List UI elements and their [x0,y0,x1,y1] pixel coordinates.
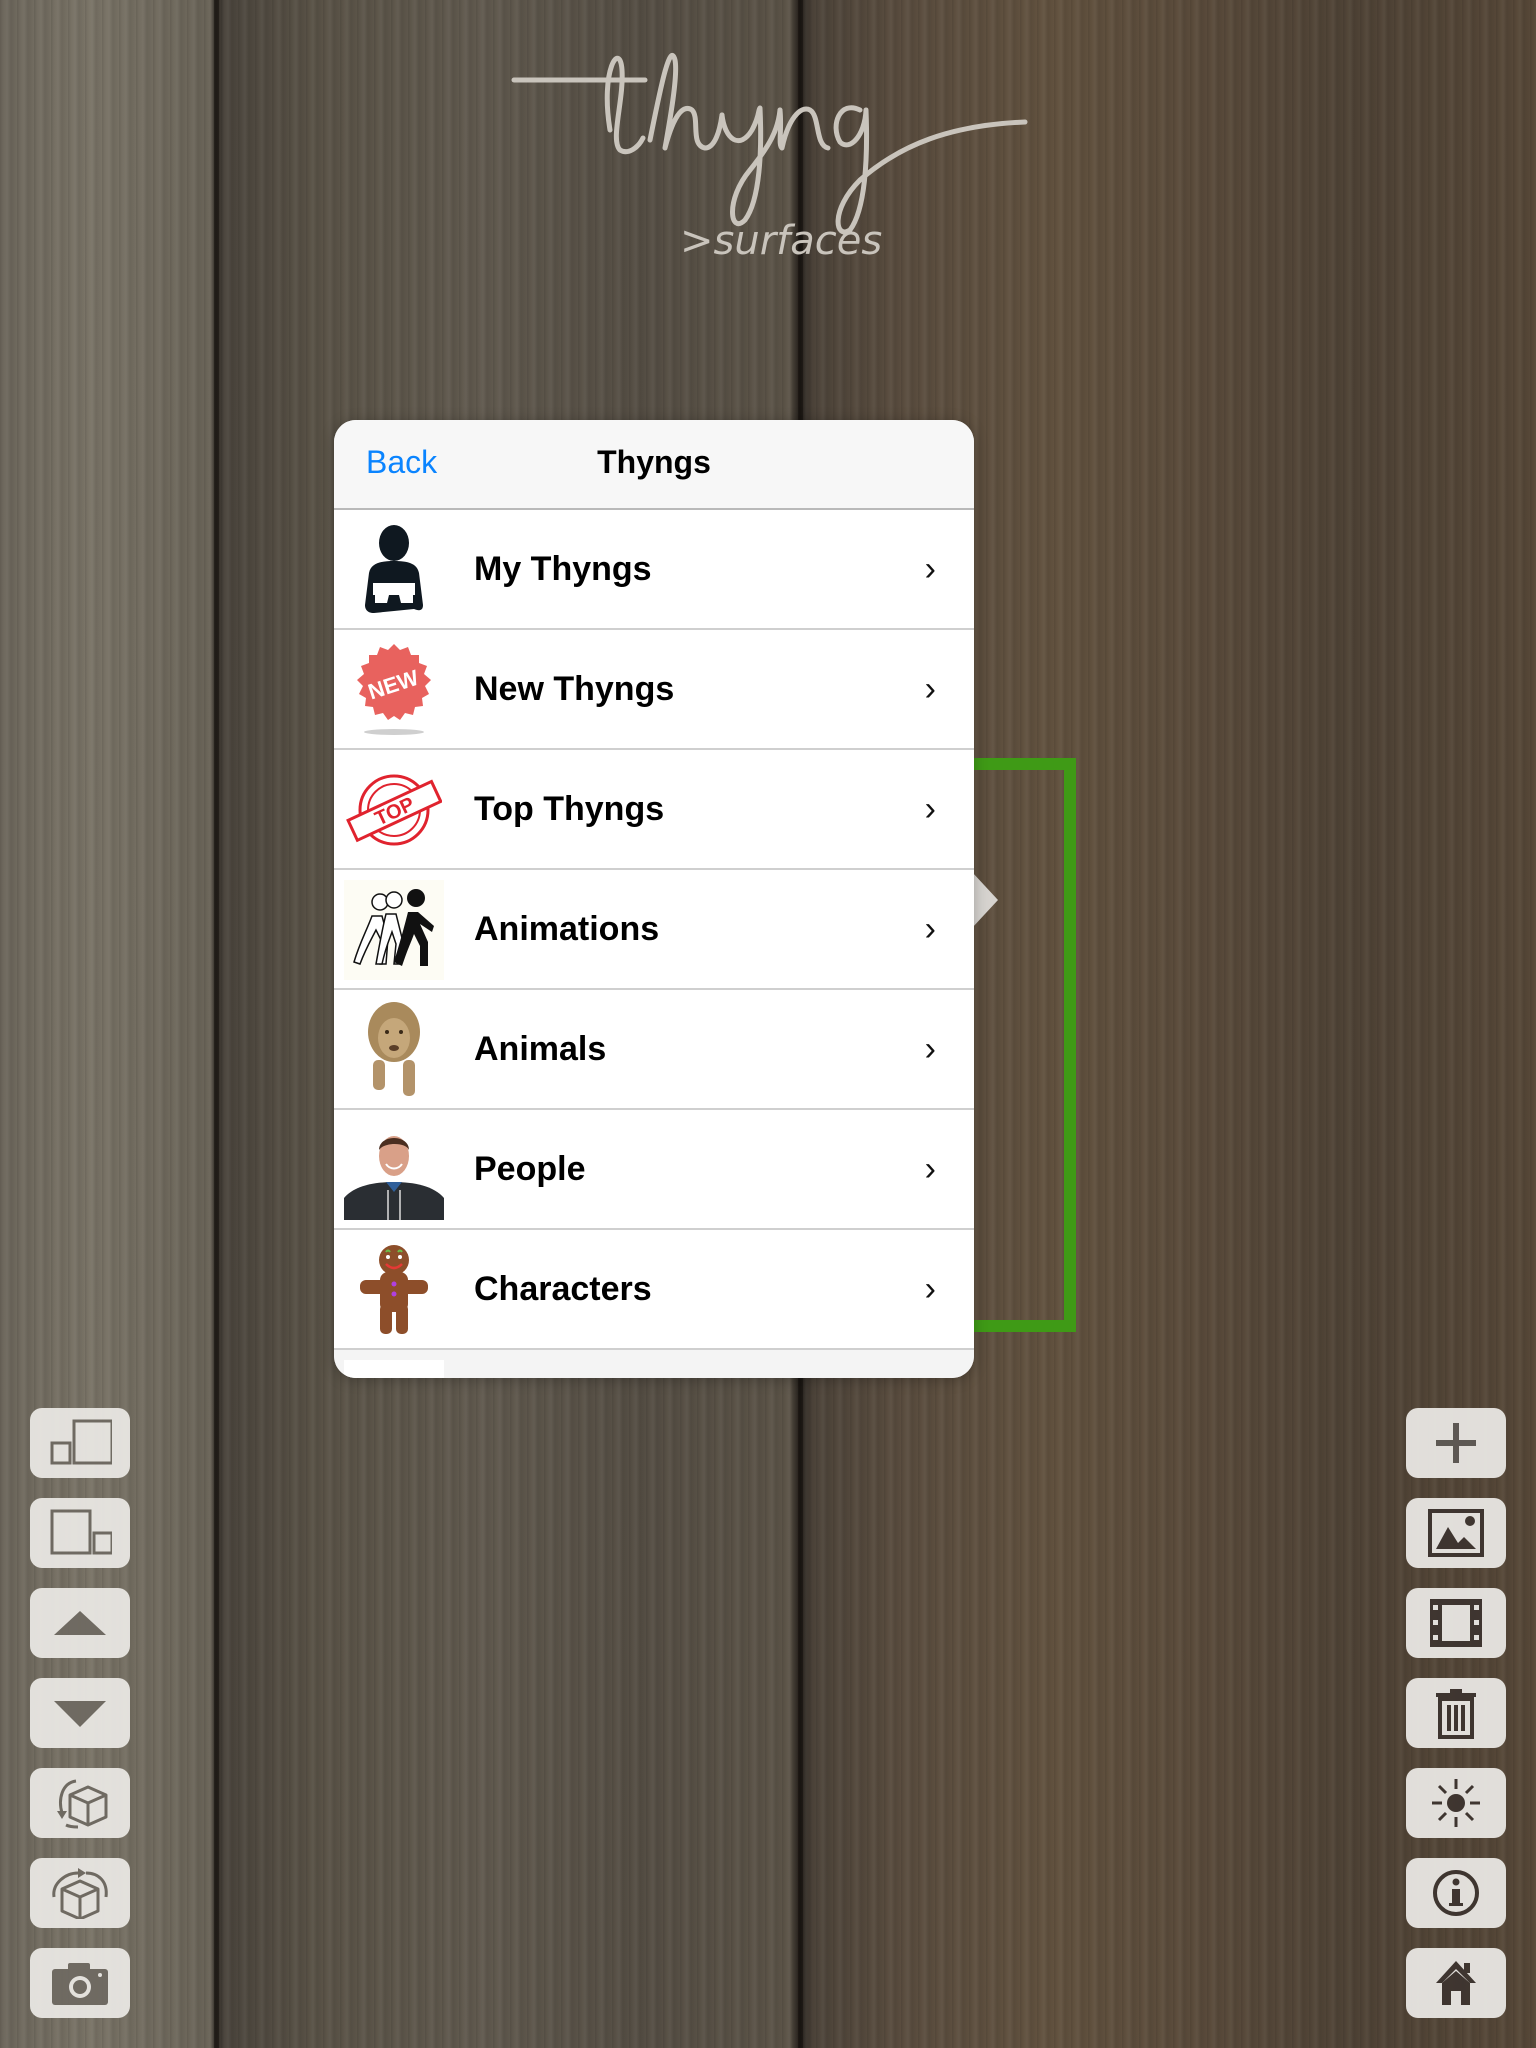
triangle-down-icon [54,1701,106,1727]
list-item-label: Animations [474,909,660,948]
rotate-horizontal-button[interactable] [30,1858,130,1928]
list-item-animals[interactable]: Animals › [334,990,974,1110]
home-icon [1436,1961,1476,2005]
logo-subtitle: >surfaces [680,218,883,264]
list-item-label: My Thyngs [474,549,652,588]
info-button[interactable] [1406,1858,1506,1928]
list-item-characters[interactable]: Characters › [334,1230,974,1350]
move-up-button[interactable] [30,1588,130,1658]
list-item-label: New Thyngs [474,669,675,708]
brightness-button[interactable] [1406,1768,1506,1838]
top-stamp-text: TOP [372,793,418,830]
list-item-label: People [474,1149,586,1188]
list-item-animations[interactable]: Animations › [334,870,974,990]
top-stamp-icon: TOP [344,760,444,860]
chevron-right-icon: › [924,1149,936,1188]
info-icon [1433,1870,1479,1916]
lion-thumbnail [344,1000,444,1100]
chevron-right-icon: › [924,789,936,828]
list-item-top-thyngs[interactable]: TOP Top Thyngs › [334,750,974,870]
list-item-people[interactable]: People › [334,1110,974,1230]
scale-down-icon [50,1419,112,1465]
chevron-right-icon: › [924,669,936,708]
popover-title: Thyngs [597,444,711,480]
chevron-right-icon: › [924,1269,936,1308]
triangle-up-icon [54,1611,106,1635]
list-item-label: Top Thyngs [474,789,665,828]
chevron-right-icon: › [924,549,936,588]
rotate-cube-horizontal-icon [52,1868,108,1919]
walking-figures-icon [344,880,444,980]
scale-up-button[interactable] [30,1498,130,1568]
person-photo-thumbnail [344,1120,444,1220]
list-item-label: Characters [474,1269,652,1308]
scale-down-button[interactable] [30,1408,130,1478]
sun-icon [1432,1779,1480,1827]
trash-icon [1436,1689,1476,1739]
film-icon [1430,1599,1482,1647]
rotate-vertical-button[interactable] [30,1768,130,1838]
add-button[interactable] [1406,1408,1506,1478]
image-icon [1428,1509,1484,1557]
move-down-button[interactable] [30,1678,130,1748]
video-button[interactable] [1406,1588,1506,1658]
thumbnail-placeholder [344,1360,444,1378]
person-holding-tablet-icon [344,520,444,620]
chevron-right-icon: › [924,909,936,948]
scale-up-icon [50,1509,112,1555]
list-item-partial[interactable] [334,1350,974,1378]
wood-seam [214,0,219,2048]
list-item-label: Animals [474,1029,607,1068]
popover-header: Back Thyngs [334,420,974,510]
plus-icon [1436,1423,1476,1463]
rotate-cube-vertical-icon [57,1779,108,1829]
list-item-my-thyngs[interactable]: My Thyngs › [334,510,974,630]
new-badge-icon: NEW [344,640,444,740]
camera-icon [52,1963,108,2005]
delete-button[interactable] [1406,1678,1506,1748]
camera-button[interactable] [30,1948,130,2018]
gingerbread-man-thumbnail [344,1240,444,1340]
list-item-new-thyngs[interactable]: NEW New Thyngs › [334,630,974,750]
chevron-right-icon: › [924,1029,936,1068]
thyngs-popover: Back Thyngs My Thyngs › NEW New Thyngs › [334,420,974,1378]
popover-arrow [972,872,998,928]
home-button[interactable] [1406,1948,1506,2018]
image-button[interactable] [1406,1498,1506,1568]
